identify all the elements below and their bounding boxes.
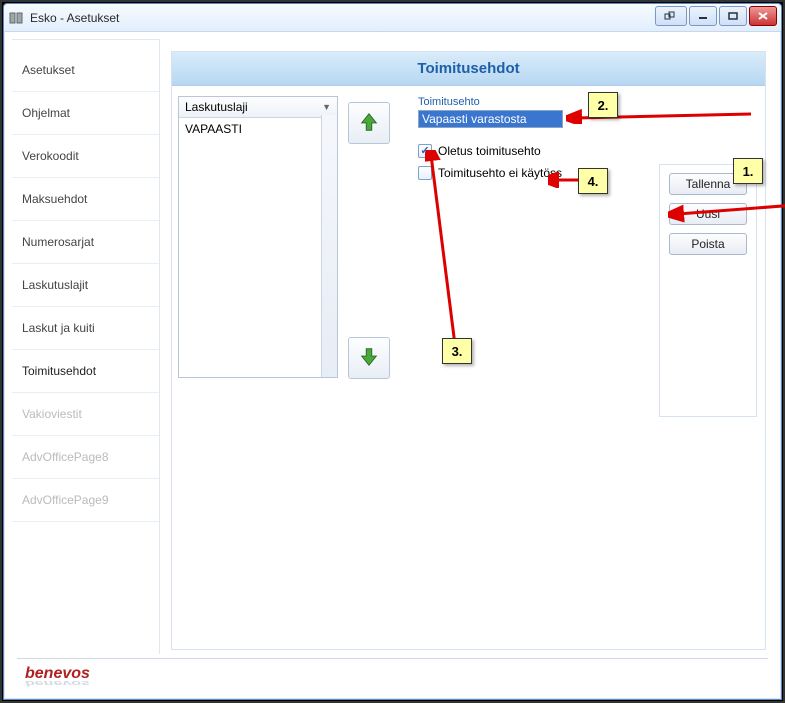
sidebar-item-label: Laskut ja kuiti: [22, 321, 95, 335]
sidebar-item-advofficepage9[interactable]: AdvOfficePage9: [12, 479, 159, 522]
move-up-button[interactable]: [348, 102, 390, 144]
sidebar-item-asetukset[interactable]: Asetukset: [12, 49, 159, 92]
sidebar-item-label: Numerosarjat: [22, 235, 94, 249]
sidebar-item-ohjelmat[interactable]: Ohjelmat: [12, 92, 159, 135]
annotation-arrow-1: [668, 192, 785, 232]
window-minimize-button[interactable]: [689, 6, 717, 26]
listbox-header[interactable]: Laskutuslaji ▼: [179, 97, 337, 118]
chevron-down-icon: ▼: [322, 102, 331, 112]
window-close-button[interactable]: [749, 6, 777, 26]
callout-3: 3.: [442, 338, 472, 364]
listbox[interactable]: Laskutuslaji ▼ VAPAASTI: [178, 96, 338, 378]
brand-logo: benevos benevos: [25, 665, 90, 683]
listbox-row[interactable]: VAPAASTI: [179, 118, 337, 140]
window-restore-button[interactable]: [655, 6, 687, 26]
arrow-down-icon: [358, 346, 380, 371]
sidebar-item-label: Verokoodit: [22, 149, 79, 163]
listbox-header-label: Laskutuslaji: [185, 100, 248, 114]
toimitusehto-input[interactable]: [418, 110, 563, 128]
sidebar-item-label: AdvOfficePage8: [22, 450, 109, 464]
annotation-arrow-3: [425, 150, 475, 350]
callout-1: 1.: [733, 158, 763, 184]
sidebar-item-label: Ohjelmat: [22, 106, 70, 120]
sidebar-item-label: AdvOfficePage9: [22, 493, 109, 507]
window-maximize-button[interactable]: [719, 6, 747, 26]
sidebar-item-maksuehdot[interactable]: Maksuehdot: [12, 178, 159, 221]
sidebar-item-label: Laskutuslajit: [22, 278, 88, 292]
callout-2: 2.: [588, 92, 618, 118]
sidebar-item-verokoodit[interactable]: Verokoodit: [12, 135, 159, 178]
sidebar-item-toimitusehdot[interactable]: Toimitusehdot: [12, 350, 159, 393]
sidebar-item-laskutjakuiti[interactable]: Laskut ja kuiti: [12, 307, 159, 350]
sidebar-item-vakioviestit[interactable]: Vakioviestit: [12, 393, 159, 436]
sidebar-item-numerosarjat[interactable]: Numerosarjat: [12, 221, 159, 264]
sidebar: Asetukset Ohjelmat Verokoodit Maksuehdot…: [12, 39, 160, 654]
scrollbar[interactable]: [321, 115, 337, 377]
sidebar-item-laskutuslajit[interactable]: Laskutuslajit: [12, 264, 159, 307]
sidebar-item-advofficepage8[interactable]: AdvOfficePage8: [12, 436, 159, 479]
app-window: Esko - Asetukset Asetukset Ohjelmat Vero…: [3, 3, 782, 700]
move-down-button[interactable]: [348, 337, 390, 379]
sidebar-item-label: Maksuehdot: [22, 192, 87, 206]
app-icon: [8, 10, 24, 26]
callout-4: 4.: [578, 168, 608, 194]
main-panel: Toimitusehdot Laskutuslaji ▼ VAPAASTI: [171, 51, 766, 650]
titlebar: Esko - Asetukset: [4, 4, 781, 32]
arrow-up-icon: [358, 111, 380, 136]
panel-title: Toimitusehdot: [172, 52, 765, 86]
sidebar-item-label: Asetukset: [22, 63, 75, 77]
window-title: Esko - Asetukset: [30, 11, 119, 25]
footer: benevos benevos: [17, 658, 768, 688]
sidebar-item-label: Vakioviestit: [22, 407, 82, 421]
delete-button[interactable]: Poista: [669, 233, 747, 255]
sidebar-item-label: Toimitusehdot: [22, 364, 96, 378]
